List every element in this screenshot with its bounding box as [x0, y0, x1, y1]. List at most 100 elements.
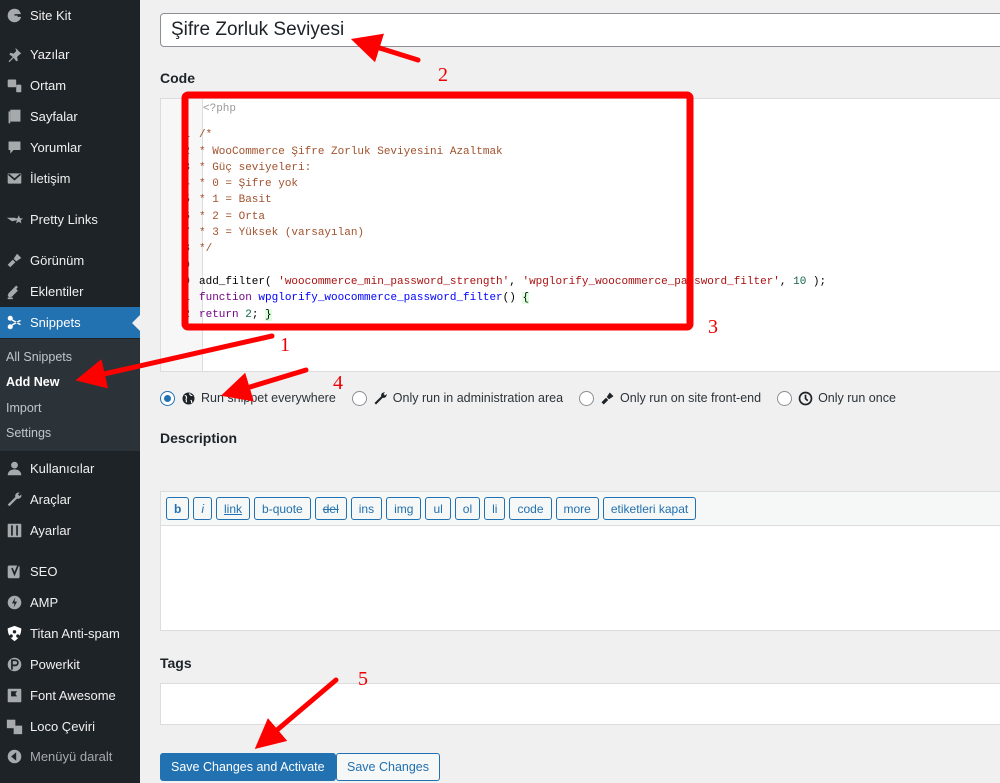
submenu-item-add-new[interactable]: Add New: [6, 375, 59, 389]
google-g-icon: G: [3, 7, 25, 24]
code-token: return: [199, 308, 246, 321]
submenu-item-settings[interactable]: Settings: [6, 426, 51, 440]
scope-radio[interactable]: [160, 390, 175, 406]
sidebar-item-pretty-links[interactable]: Pretty Links: [0, 204, 140, 235]
code-comment: * Güç seviyeleri:: [199, 161, 312, 174]
quicktag-del-button[interactable]: del: [314, 497, 347, 520]
pages-icon: [3, 108, 25, 125]
quicktag-more-button[interactable]: more: [555, 497, 599, 520]
sidebar-item-men-y-daralt[interactable]: Menüyü daralt: [0, 741, 140, 772]
sidebar-item-powerkit[interactable]: Powerkit: [0, 649, 140, 680]
sidebar-item-eklentiler[interactable]: Eklentiler: [0, 276, 140, 307]
code-token: 10: [793, 275, 807, 288]
pin-icon: [3, 46, 25, 63]
scope-radio[interactable]: [351, 390, 367, 406]
quicktags-toolbar: b i link b-quote del ins img ul ol li code more etik…: [161, 492, 1000, 526]
description-editor: b i link b-quote del ins img ul ol li code more etik…: [160, 491, 1000, 631]
code-comment: * WooCommerce Şifre Zorluk Seviyesini Az…: [199, 145, 503, 158]
sidebar-item-label: AMP: [30, 595, 59, 610]
code-token: 'wpglorify_woocommerce_password_filter': [522, 275, 780, 288]
code-line: 7 * 3 = Yüksek (varsayılan): [161, 225, 826, 241]
translate-icon: [3, 718, 25, 735]
code-comment: * 1 = Basit: [199, 194, 272, 207]
quicktag-etiketleri-kapat-button[interactable]: etiketleri kapat: [602, 497, 697, 520]
paintbrush-icon: [600, 391, 615, 406]
sidebar-item-sayfalar[interactable]: Sayfalar: [0, 101, 140, 132]
code-line: 0 add_filter( 'woocommerce_min_password_s…: [161, 274, 826, 290]
code-line: 1 function wpglorify_woocommerce_password…: [161, 290, 826, 306]
sidebar-item-loco-eviri[interactable]: Loco Çeviri: [0, 711, 140, 742]
line-number: 1: [183, 292, 190, 305]
sidebar-item-font-awesome[interactable]: Font Awesome: [0, 680, 140, 711]
settings-sliders-icon: [3, 522, 25, 539]
save-changes-button[interactable]: Save Changes: [336, 753, 441, 781]
quicktag-link-button[interactable]: link: [216, 497, 251, 520]
line-number: 7: [183, 227, 190, 240]
scope-radio[interactable]: [777, 390, 793, 406]
sidebar-item-ayarlar[interactable]: Ayarlar: [0, 515, 140, 546]
scope-option-1[interactable]: Run snippet everywhere: [160, 390, 336, 406]
flag-icon: [3, 687, 25, 704]
annotation-number-2: 2: [438, 64, 448, 86]
quicktag-img-button[interactable]: img: [386, 497, 422, 520]
sidebar-item-snippets[interactable]: Snippets: [0, 307, 140, 338]
sidebar-item-label: SEO: [30, 564, 58, 579]
plugin-icon: [3, 283, 25, 300]
code-comment: * 0 = Şifre yok: [199, 178, 299, 191]
submenu-item-import[interactable]: Import: [6, 401, 41, 415]
scope-option-2[interactable]: Only run in administration area: [351, 390, 563, 406]
admin-sidebar: G Site Kit Yazılar Ortam Sayfalar Yorumlar İle…: [0, 0, 140, 783]
quicktag-b-quote-button[interactable]: b-quote: [254, 497, 311, 520]
sidebar-item-label: Ortam: [30, 78, 67, 93]
code-line: 9: [161, 258, 826, 274]
sidebar-item-i-leti-im[interactable]: İletişim: [0, 163, 140, 194]
sidebar-item-label: Loco Çeviri: [30, 719, 96, 734]
tags-input[interactable]: [160, 683, 1000, 725]
annotation-number-5: 5: [358, 668, 368, 690]
powerkit-icon: [3, 656, 25, 673]
code-comment: * 2 = Orta: [199, 210, 266, 223]
sidebar-item-label: Font Awesome: [30, 688, 116, 703]
scope-option-4[interactable]: Only run once: [777, 390, 896, 406]
code-editor[interactable]: <?php 1 /* 2 * WooCommerce Şifre Zorluk Sevi…: [160, 98, 1000, 372]
sidebar-item-label: Sayfalar: [30, 109, 78, 124]
comment-icon: [3, 139, 25, 156]
quicktag-ul-button[interactable]: ul: [425, 497, 451, 520]
code-line: 5 * 1 = Basit: [161, 192, 826, 208]
line-number: 0: [183, 275, 190, 288]
sidebar-item-titan-anti-spam[interactable]: Titan Anti-spam: [0, 618, 140, 649]
quicktag-i-button[interactable]: i: [193, 497, 213, 520]
sidebar-item-amp[interactable]: AMP: [0, 587, 140, 618]
save-and-activate-button[interactable]: Save Changes and Activate: [160, 753, 336, 781]
quicktag-code-button[interactable]: code: [509, 497, 552, 520]
quicktag-b-button[interactable]: b: [166, 497, 190, 520]
code-token: wpglorify_woocommerce_password_filter: [258, 292, 503, 305]
annotation-number-1: 1: [280, 334, 290, 356]
sidebar-item-yaz-lar[interactable]: Yazılar: [0, 39, 140, 70]
arrow-run-everywhere: [220, 367, 309, 402]
quicktag-li-button[interactable]: li: [484, 497, 506, 520]
code-token: function: [199, 292, 259, 305]
code-line: 3 * Güç seviyeleri:: [161, 160, 826, 176]
submenu-item-all-snippets[interactable]: All Snippets: [6, 350, 72, 364]
line-number: 6: [183, 210, 190, 223]
sidebar-item-ara-lar[interactable]: Araçlar: [0, 484, 140, 515]
quicktag-ol-button[interactable]: ol: [454, 497, 481, 520]
quicktag-ins-button[interactable]: ins: [350, 497, 383, 520]
code-comment: */: [199, 243, 213, 256]
php-open-tag: <?php: [203, 103, 237, 115]
sidebar-item-label: Yorumlar: [30, 140, 82, 155]
sidebar-item-seo[interactable]: SEO: [0, 556, 140, 587]
sidebar-item-kullan-c-lar[interactable]: Kullanıcılar: [0, 453, 140, 484]
sidebar-item-site-kit[interactable]: G Site Kit: [0, 0, 140, 31]
svg-text:G: G: [8, 9, 18, 24]
sidebar-item-label: İletişim: [30, 171, 71, 186]
scope-option-3[interactable]: Only run on site front-end: [579, 390, 761, 406]
arrow-title: [350, 33, 421, 63]
scope-radio[interactable]: [579, 390, 595, 406]
snippet-title-input[interactable]: Şifre Zorluk Seviyesi: [160, 13, 1000, 47]
description-textarea[interactable]: [161, 527, 1000, 630]
sidebar-item-ortam[interactable]: Ortam: [0, 70, 140, 101]
sidebar-item-g-r-n-m[interactable]: Görünüm: [0, 245, 140, 276]
sidebar-item-yorumlar[interactable]: Yorumlar: [0, 132, 140, 163]
